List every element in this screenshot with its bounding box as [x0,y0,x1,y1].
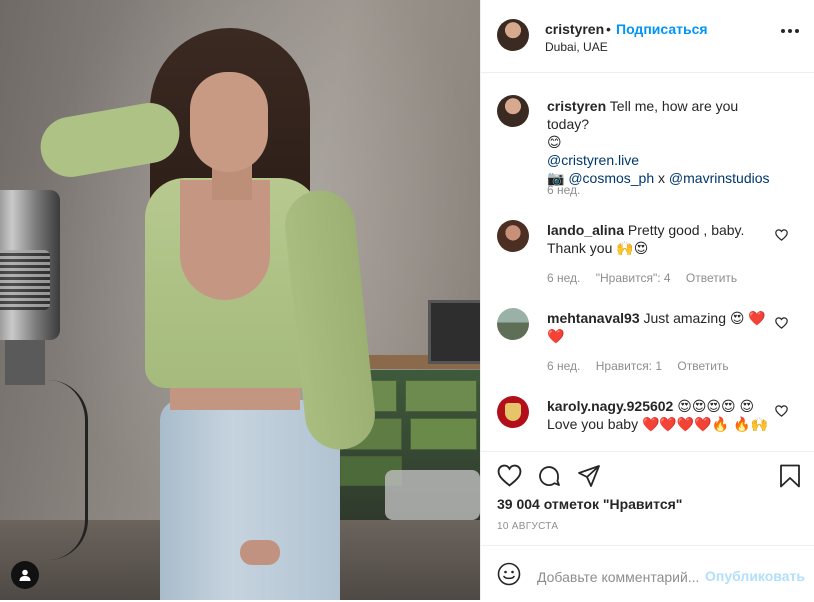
photo-lamp-grill [0,250,50,310]
follow-button[interactable]: Подписаться [616,21,708,37]
post-side-panel: cristyren • Подписаться Dubai, UAE crist… [480,0,814,600]
instagram-post-view: cristyren • Подписаться Dubai, UAE crist… [0,0,814,600]
likes-count[interactable]: 39 004 отметок "Нравится" [497,496,682,512]
user-tag-icon [19,569,31,581]
comment-avatar-karoly[interactable] [497,396,529,428]
caption-separator: x [658,170,666,186]
share-button[interactable] [577,464,601,491]
comments-section: cristyren Tell me, how are you today? 😊 … [481,73,814,451]
author-username[interactable]: cristyren [545,21,604,37]
comment-meta: 6 нед. Нравится: 1 Ответить [547,359,741,373]
smile-icon [497,562,521,586]
author-avatar[interactable] [497,19,529,51]
comment-username[interactable]: karoly.nagy.925602 [547,398,673,414]
photo-lamp-arm [5,335,45,385]
comment-meta: 6 нед. "Нравится": 4 Ответить [547,271,749,285]
more-horizontal-icon [781,29,785,33]
comment-input[interactable] [537,568,707,586]
like-button[interactable] [497,464,522,490]
post-location[interactable]: Dubai, UAE [545,40,608,54]
emoji-picker-button[interactable] [497,562,521,589]
caption-mention-studio[interactable]: @mavrinstudios [669,170,770,186]
comment-like-heart-icon[interactable] [775,317,788,329]
photo-shelf-box [405,380,477,412]
more-dot [788,29,792,33]
header-separator-dot: • [606,21,611,37]
share-icon [578,465,600,487]
comment-body: lando_alina Pretty good , baby. Thank yo… [547,221,777,257]
caption-mention-live[interactable]: @cristyren.live [547,152,639,168]
comment-like-heart-icon[interactable] [775,405,788,417]
photo-jeans-rip [240,540,280,565]
post-header: cristyren • Подписаться Dubai, UAE [481,0,814,73]
caption-username[interactable]: cristyren [547,98,606,114]
comment-time[interactable]: 6 нед. [547,271,580,285]
save-button[interactable] [779,464,801,491]
comment-likes-count[interactable]: Нравится: 1 [596,359,662,373]
comment-body: mehtanaval93 Just amazing 😍 ❤️❤️ [547,309,777,345]
comment-reply-button[interactable]: Ответить [686,271,737,285]
photo-model-face [190,72,268,172]
caption-time[interactable]: 6 нед. [547,183,580,197]
caption-emoji: 😊 [547,134,562,150]
photo-equipment [385,470,480,520]
caption-body: cristyren Tell me, how are you today? 😊 … [547,97,777,187]
heart-icon [497,464,522,487]
post-photo[interactable] [0,0,480,600]
comment-username[interactable]: lando_alina [547,222,624,238]
photo-shelf-box [410,418,477,450]
comment-likes-count[interactable]: "Нравится": 4 [596,271,671,285]
comment-time[interactable]: 6 нед. [547,359,580,373]
more-options-button[interactable] [781,28,799,34]
comment-button[interactable] [537,464,561,491]
photo-monitor [428,300,480,364]
add-comment-bar: Опубликовать [481,545,814,601]
comment-avatar-lando[interactable] [497,220,529,252]
caption-author-avatar[interactable] [497,95,529,127]
comment-icon [539,466,560,486]
caption-meta: 6 нед. [547,183,592,197]
post-date[interactable]: 10 АВГУСТА [497,521,558,532]
photo-lamp-cable [35,380,88,560]
user-tag-button[interactable] [11,561,39,589]
comment-avatar-mehta[interactable] [497,308,529,340]
comment-like-heart-icon[interactable] [775,229,788,241]
publish-button[interactable]: Опубликовать [705,568,805,584]
comment-body: karoly.nagy.925602 😍😍😍😍 😍Love you baby ❤… [547,397,777,433]
bookmark-icon [780,464,800,488]
comment-username[interactable]: mehtanaval93 [547,310,640,326]
more-dot [795,29,799,33]
comment-reply-button[interactable]: Ответить [677,359,728,373]
